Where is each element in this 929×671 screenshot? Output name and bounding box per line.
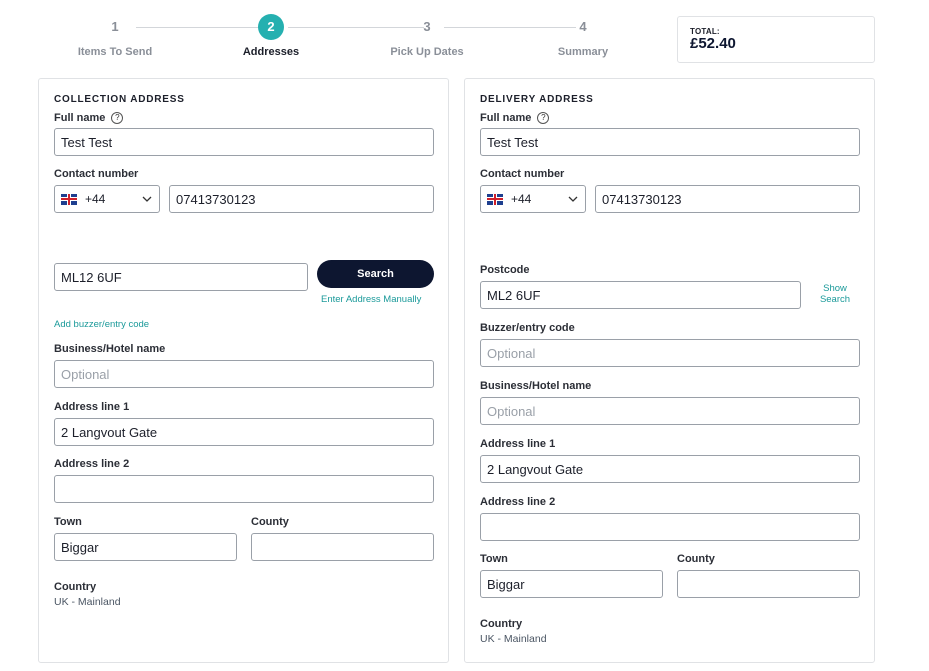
address-line-2-input[interactable] [54,475,434,503]
full-name-label-text: Full name [480,112,532,124]
show-search-line2: Search [819,294,851,305]
country-code-select[interactable]: +44 [54,185,160,213]
country-value: UK - Mainland [480,633,547,645]
address-line-1-input[interactable] [480,455,860,483]
address-line-2-input[interactable] [480,513,860,541]
show-search-line1: Show [823,283,847,294]
country-code-select[interactable]: +44 [480,185,586,213]
add-buzzer-code-link[interactable]: Add buzzer/entry code [54,319,149,330]
total-box: TOTAL: £52.40 [677,16,875,63]
step-number: 4 [579,19,587,34]
full-name-label: Full name? [480,112,550,124]
help-icon[interactable]: ? [537,112,550,124]
buzzer-code-label: Buzzer/entry code [480,322,575,334]
contact-number-label: Contact number [480,168,565,180]
contact-number-label: Contact number [54,168,139,180]
buzzer-code-input[interactable] [480,339,860,367]
town-input[interactable] [480,570,663,598]
country-value: UK - Mainland [54,596,121,608]
town-input[interactable] [54,533,237,561]
uk-flag-icon [61,193,77,205]
country-code-value: +44 [511,192,532,206]
show-search-link[interactable]: Show Search [811,283,859,305]
delivery-title: DELIVERY ADDRESS [480,94,594,105]
business-name-label: Business/Hotel name [480,380,592,392]
chevron-down-icon [142,196,152,202]
full-name-label-text: Full name [54,112,106,124]
address-line-1-label: Address line 1 [54,401,130,413]
address-line-2-label: Address line 2 [54,458,130,470]
country-label: Country [54,581,97,593]
chevron-down-icon [568,196,578,202]
county-label: County [677,553,715,565]
step-label: Items To Send [77,46,153,58]
county-label: County [251,516,289,528]
address-line-1-label: Address line 1 [480,438,556,450]
enter-address-manually-link[interactable]: Enter Address Manually [321,294,421,305]
postcode-label: Postcode [480,264,530,276]
full-name-input[interactable] [480,128,860,156]
step-number: 2 [258,14,284,40]
step-pick-up-dates[interactable]: 3 Pick Up Dates [367,14,487,58]
step-label: Pick Up Dates [390,46,464,58]
county-input[interactable] [251,533,434,561]
town-label: Town [480,553,508,565]
step-number: 1 [111,19,119,34]
full-name-label: Full name? [54,112,124,124]
step-label: Addresses [242,46,300,58]
collection-address-card: COLLECTION ADDRESS Full name? Contact nu… [38,78,449,663]
business-name-input[interactable] [54,360,434,388]
country-label: Country [480,618,523,630]
help-icon[interactable]: ? [111,112,124,124]
postcode-input[interactable] [480,281,801,309]
address-line-2-label: Address line 2 [480,496,556,508]
step-label: Summary [557,46,609,58]
search-button[interactable]: Search [317,260,434,288]
total-value: £52.40 [690,35,736,52]
collection-title: COLLECTION ADDRESS [54,94,185,105]
business-name-label: Business/Hotel name [54,343,166,355]
delivery-address-card: DELIVERY ADDRESS Full name? Contact numb… [464,78,875,663]
step-number: 3 [423,19,431,34]
country-code-value: +44 [85,192,106,206]
full-name-input[interactable] [54,128,434,156]
progress-stepper: 1 Items To Send 2 Addresses 3 Pick Up Da… [38,14,658,64]
postcode-input[interactable] [54,263,308,291]
county-input[interactable] [677,570,860,598]
town-label: Town [54,516,82,528]
address-line-1-input[interactable] [54,418,434,446]
business-name-input[interactable] [480,397,860,425]
step-items-to-send[interactable]: 1 Items To Send [55,14,175,58]
uk-flag-icon [487,193,503,205]
step-addresses[interactable]: 2 Addresses [211,14,331,58]
step-summary[interactable]: 4 Summary [523,14,643,58]
phone-number-input[interactable] [595,185,860,213]
phone-number-input[interactable] [169,185,434,213]
